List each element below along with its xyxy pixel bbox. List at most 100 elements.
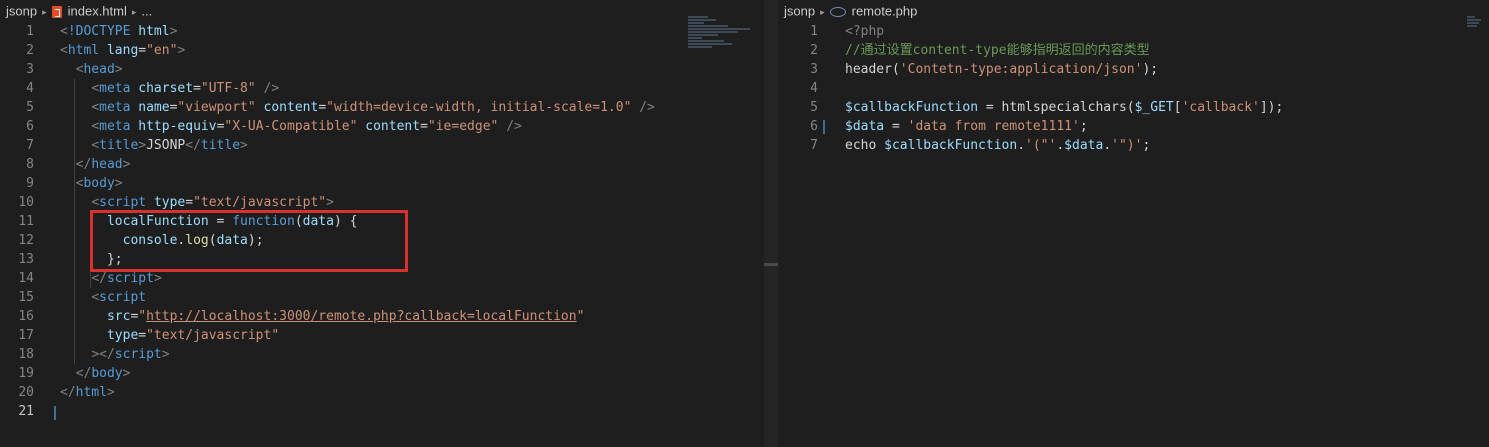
code-line[interactable]: 1 <!DOCTYPE html> (0, 22, 764, 41)
line-number: 17 (18, 328, 34, 343)
scrollbar-thumb[interactable] (764, 263, 778, 266)
code-token: $data (1064, 138, 1104, 153)
line-number: 7 (810, 138, 818, 153)
code-token: </ (75, 157, 92, 172)
code-token: = (138, 43, 147, 58)
minimap[interactable] (688, 16, 758, 62)
code-line[interactable]: 2 <html lang="en"> (0, 41, 764, 60)
code-token: ); (1142, 62, 1159, 77)
code-line[interactable]: 1 <?php (778, 22, 1489, 41)
code-line[interactable]: 18 ></script> (0, 345, 764, 364)
line-number: 15 (18, 290, 34, 305)
line-number: 1 (810, 24, 818, 39)
code-line[interactable]: 7 <title>JSONP</title> (0, 136, 764, 155)
code-token: > (114, 62, 123, 77)
code-line[interactable]: 19 </body> (0, 364, 764, 383)
line-number: 6 (810, 119, 818, 134)
code-token: > (161, 347, 170, 362)
code-token: script (99, 290, 147, 305)
code-token: lang (106, 43, 139, 58)
breadcrumb-more[interactable]: ... (141, 4, 152, 19)
editor-pane-index-html[interactable]: jsonp ▸ index.html ▸... 1 <!DOCTYPE html> 2 <h… (0, 0, 764, 447)
code-token: charset (138, 81, 194, 96)
code-token: < (91, 81, 100, 96)
code-token: > (122, 366, 131, 381)
code-line[interactable]: 15 <script (0, 288, 764, 307)
code-token: html (138, 24, 170, 39)
code-token: /> (639, 100, 655, 115)
code-token: > (138, 138, 147, 153)
line-number: 5 (810, 100, 818, 115)
code-token: < (60, 43, 68, 58)
code-token: "en" (146, 43, 178, 58)
annotation-highlight-box (90, 210, 408, 272)
code-token: </ (91, 271, 107, 286)
code-text: src="http://localhost:3000/remote.php?ca… (60, 307, 584, 326)
line-number: 5 (26, 100, 34, 115)
code-line[interactable]: 3 header('Contetn-type:application/json')… (778, 60, 1489, 79)
line-number: 3 (810, 62, 818, 77)
code-token: = (193, 81, 201, 96)
code-line[interactable]: 20 </html> (0, 383, 764, 402)
breadcrumb-folder[interactable]: jsonp (784, 4, 815, 19)
code-token: /> (263, 81, 280, 96)
code-token: head (91, 157, 123, 172)
code-token: script (114, 347, 162, 362)
code-line[interactable]: 7 echo $callbackFunction.'("'.$data.'")'; (778, 136, 1489, 155)
code-token: $callbackFunction (845, 100, 979, 115)
code-token: = (884, 119, 908, 134)
code-token: $_GET (1134, 100, 1174, 115)
code-token: type (106, 328, 139, 343)
code-token: type (153, 195, 186, 210)
code-line[interactable]: 5 $callbackFunction = htmlspecialchars($_… (778, 98, 1489, 117)
editor-pane-remote-php[interactable]: jsonp ▸ remote.php 1 <?php 2 //通过设置content-ty… (778, 0, 1489, 447)
code-text: $callbackFunction = htmlspecialchars($_G… (845, 98, 1283, 117)
line-number: 10 (18, 195, 34, 210)
code-token: script (99, 195, 147, 210)
line-number: 9 (26, 176, 34, 191)
code-token: < (91, 195, 100, 210)
code-line[interactable]: 4 <meta charset="UTF-8" /> (0, 79, 764, 98)
breadcrumb-file[interactable]: remote.php (852, 4, 918, 19)
code-line[interactable]: 21 (0, 402, 764, 421)
minimap[interactable] (1467, 16, 1483, 62)
code-text: </head> (60, 155, 131, 174)
chevron-right-icon: ▸ (820, 6, 825, 17)
code-line[interactable]: 8 </head> (0, 155, 764, 174)
code-line[interactable]: 6 $data = 'data from remote1111'; (778, 117, 1489, 136)
line-number: 8 (26, 157, 34, 172)
breadcrumb-file[interactable]: index.html (68, 4, 127, 19)
code-token: header( (845, 62, 900, 77)
code-text: <?php (845, 22, 884, 41)
code-line[interactable]: 17 type="text/javascript" (0, 326, 764, 345)
code-token: [ (1173, 100, 1182, 115)
code-area[interactable]: 1 <?php 2 //通过设置content-type能够指明返回的内容类型 3 hea… (778, 22, 1489, 155)
code-line[interactable]: 16 src="http://localhost:3000/remote.php… (0, 307, 764, 326)
breadcrumb-folder[interactable]: jsonp (6, 4, 37, 19)
code-token: <?php (845, 24, 885, 39)
line-number: 3 (26, 62, 34, 77)
code-text: <!DOCTYPE html> (60, 22, 177, 41)
code-token: " (576, 309, 585, 324)
code-line[interactable]: 9 <body> (0, 174, 764, 193)
code-line[interactable]: 6 <meta http-equiv = "X-UA-Compatible" con… (0, 117, 764, 136)
code-line[interactable]: 5 <meta name="viewport" content="width=d… (0, 98, 764, 117)
code-token: = (420, 119, 428, 134)
code-token: < (91, 290, 100, 305)
code-token: meta (99, 119, 131, 134)
line-number: 18 (18, 347, 34, 362)
code-line[interactable]: 2 //通过设置content-type能够指明返回的内容类型 (778, 41, 1489, 60)
code-token: http-equiv (138, 119, 217, 134)
php-file-icon (829, 6, 846, 17)
code-line[interactable]: 3 <head> (0, 60, 764, 79)
code-line[interactable]: 4 (778, 79, 1489, 98)
code-text: echo $callbackFunction.'("'.$data.'")'; (845, 136, 1150, 155)
line-number: 7 (26, 138, 34, 153)
pane-divider[interactable] (764, 0, 778, 447)
